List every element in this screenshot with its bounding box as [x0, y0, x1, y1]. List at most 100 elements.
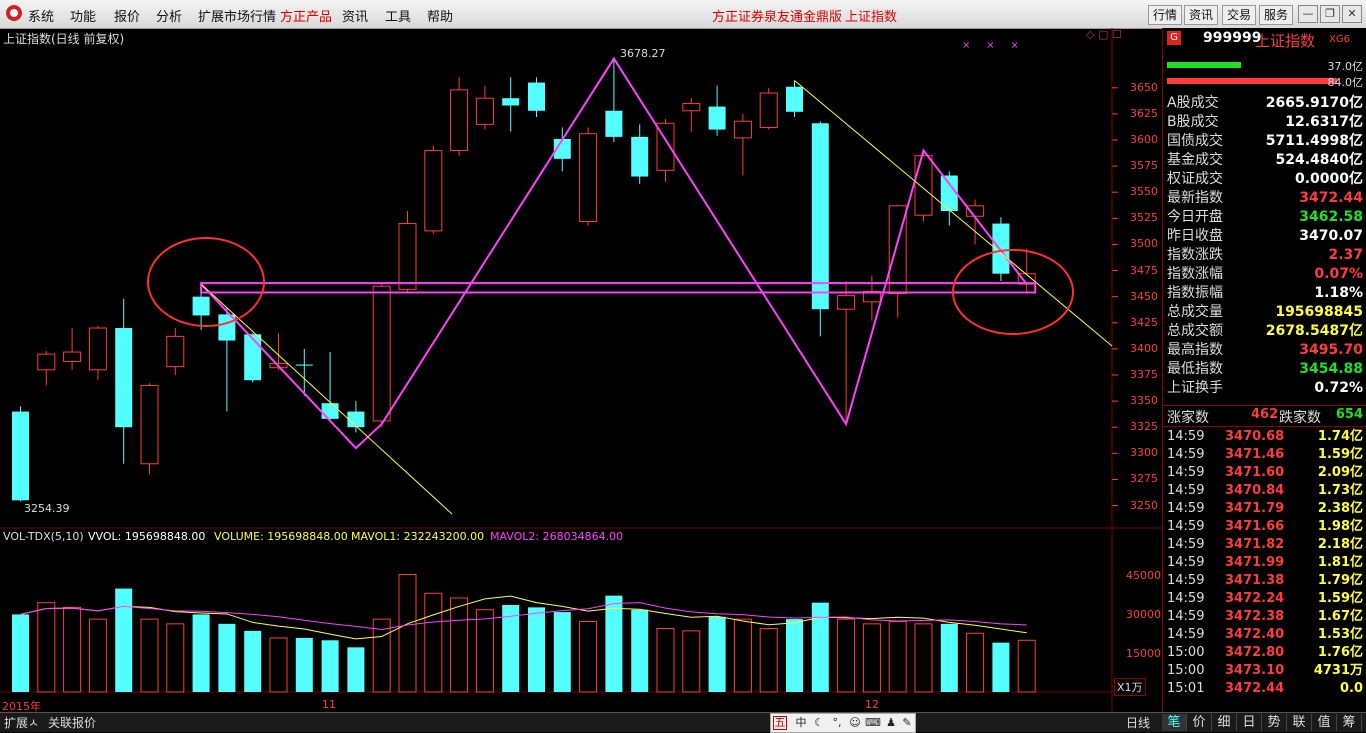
menu-founder-products[interactable]: 方正产品 [280, 6, 332, 25]
tab-chips[interactable]: 筹 [1337, 714, 1362, 731]
candle-body-up [759, 92, 778, 128]
tick-row: 15:00 3473.10 4731万 [1167, 662, 1363, 680]
tick-volume: 4731万 [1313, 663, 1363, 678]
price-tick: 3300 [1130, 446, 1158, 460]
volume-bar-up [450, 597, 469, 693]
volume-bar-down [811, 602, 829, 692]
tab-related-quote[interactable]: 关联报价 [48, 714, 96, 731]
candle-body-down [115, 328, 133, 428]
tab-trend[interactable]: 势 [1262, 714, 1287, 731]
x-label-11: 11 [322, 698, 336, 711]
candle-body-up [914, 155, 933, 216]
tab-extended[interactable]: 扩展ㅅ [4, 714, 39, 731]
tick-volume: 1.73亿 [1317, 483, 1363, 498]
tick-volume: 1.81亿 [1317, 555, 1363, 570]
quote-row-value: 3472.44 [1299, 190, 1363, 206]
candle-body-down [295, 364, 313, 366]
tick-row: 14:59 3470.68 1.74亿 [1167, 428, 1363, 446]
price-tick: 3575 [1130, 159, 1158, 173]
menu-tools[interactable]: 工具 [385, 6, 411, 25]
tick-time: 14:59 [1167, 519, 1205, 534]
tab-detail[interactable]: 细 [1212, 714, 1237, 731]
candle-body-down [940, 175, 958, 212]
ime-chinese-icon[interactable]: 中 [793, 715, 809, 731]
tick-time: 14:59 [1167, 465, 1205, 480]
tick-price: 3470.68 [1225, 429, 1285, 444]
candle-body-down [708, 106, 726, 130]
tick-time: 14:59 [1167, 429, 1205, 444]
quote-row: 最高指数 3495.70 [1167, 341, 1363, 360]
quote-button[interactable]: 行情 [1148, 5, 1183, 25]
stock-tag: XG6 [1329, 34, 1350, 45]
menu-system[interactable]: 系统 [28, 6, 54, 25]
price-tick: 3500 [1130, 237, 1158, 251]
candle-body-up [475, 97, 494, 125]
candle-body-down [12, 411, 29, 501]
menu-function[interactable]: 功能 [70, 6, 96, 25]
price-tick: 3375 [1130, 368, 1158, 381]
tab-price[interactable]: 价 [1187, 714, 1212, 731]
menu-analysis[interactable]: 分析 [156, 6, 182, 25]
quote-row-value: 0.07% [1314, 266, 1363, 282]
x-label-12: 12 [865, 698, 879, 711]
tab-link[interactable]: 联 [1287, 714, 1312, 731]
trade-button[interactable]: 交易 [1222, 5, 1257, 25]
price-tick: 3350 [1130, 394, 1158, 408]
tick-row: 14:59 3471.82 2.18亿 [1167, 536, 1363, 554]
close-icon[interactable]: ✕ [1342, 5, 1362, 23]
kline-chart[interactable] [0, 28, 1162, 712]
volume-bar-down [244, 630, 262, 692]
menu-bar: 系统 功能 报价 分析 扩展市场行情 方正产品 资讯 工具 帮助 方正证券泉友通… [0, 0, 1366, 29]
tab-day[interactable]: 日 [1237, 714, 1262, 731]
vol-tick-15000: 15000 [1126, 647, 1161, 660]
ime-moon-icon[interactable]: ☾ [811, 715, 827, 731]
ime-punct-icon[interactable]: °, [829, 715, 845, 731]
minimize-icon[interactable]: — [1298, 5, 1318, 23]
tick-volume: 1.53亿 [1317, 627, 1363, 642]
tick-price: 3472.24 [1225, 591, 1285, 606]
tick-price: 3471.66 [1225, 519, 1285, 534]
news-button[interactable]: 资讯 [1184, 5, 1219, 25]
volume-bar-up [140, 618, 159, 693]
ime-settings-icon[interactable]: ✎ [899, 715, 915, 731]
inflow-value: 37.0亿 [1327, 60, 1364, 73]
quote-row: 最新指数 3472.44 [1167, 189, 1363, 208]
tick-row: 14:59 3471.79 2.38亿 [1167, 500, 1363, 518]
price-tick: 3550 [1130, 185, 1158, 199]
app-logo-icon [6, 5, 22, 21]
ime-keyboard-icon[interactable]: ⌨ [865, 715, 881, 731]
volume-bar-down [631, 609, 649, 692]
ime-smile-icon[interactable]: ☺ [847, 715, 863, 731]
low-label: 3254.39 [24, 502, 70, 515]
candle-body-up [579, 133, 598, 222]
volume-bar-down [295, 637, 313, 692]
quote-row-value: 12.6317亿 [1285, 114, 1363, 130]
vol-tick-45000: 45000 [1126, 569, 1161, 582]
menu-extended-market[interactable]: 扩展市场行情 [198, 6, 276, 25]
tick-price: 3471.60 [1225, 465, 1285, 480]
restore-icon[interactable]: ❐ [1320, 5, 1340, 23]
quote-row: 指数涨幅 0.07% [1167, 265, 1363, 284]
menu-help[interactable]: 帮助 [427, 6, 453, 25]
quote-row-label: 基金成交 [1167, 152, 1223, 168]
volume-bar-up [372, 618, 391, 693]
price-tick: 3650 [1130, 80, 1158, 94]
tab-value[interactable]: 值 [1312, 714, 1337, 731]
ime-user-icon[interactable]: ♟ [883, 715, 899, 731]
tick-row: 14:59 3472.24 1.59亿 [1167, 590, 1363, 608]
volume-bar-up [63, 606, 82, 693]
tick-row: 14:59 3471.66 1.98亿 [1167, 518, 1363, 536]
quote-row: 今日开盘 3462.58 [1167, 208, 1363, 227]
menu-news[interactable]: 资讯 [342, 6, 368, 25]
menu-quote[interactable]: 报价 [114, 6, 140, 25]
price-tick: 3275 [1130, 472, 1158, 486]
tab-trades[interactable]: 笔 [1162, 714, 1187, 731]
chart-options-icon[interactable]: ◇ ▢ ☐ [1086, 28, 1122, 41]
volume-bar-up [424, 592, 443, 693]
quote-row: 国债成交 5711.4998亿 [1167, 132, 1363, 151]
service-button[interactable]: 服务 [1259, 5, 1294, 25]
volume-bar-up [966, 632, 985, 693]
ime-wubi-icon[interactable]: 五 [773, 716, 787, 730]
up-count: 462 [1251, 407, 1279, 422]
period-label[interactable]: 日线 [1126, 714, 1150, 731]
